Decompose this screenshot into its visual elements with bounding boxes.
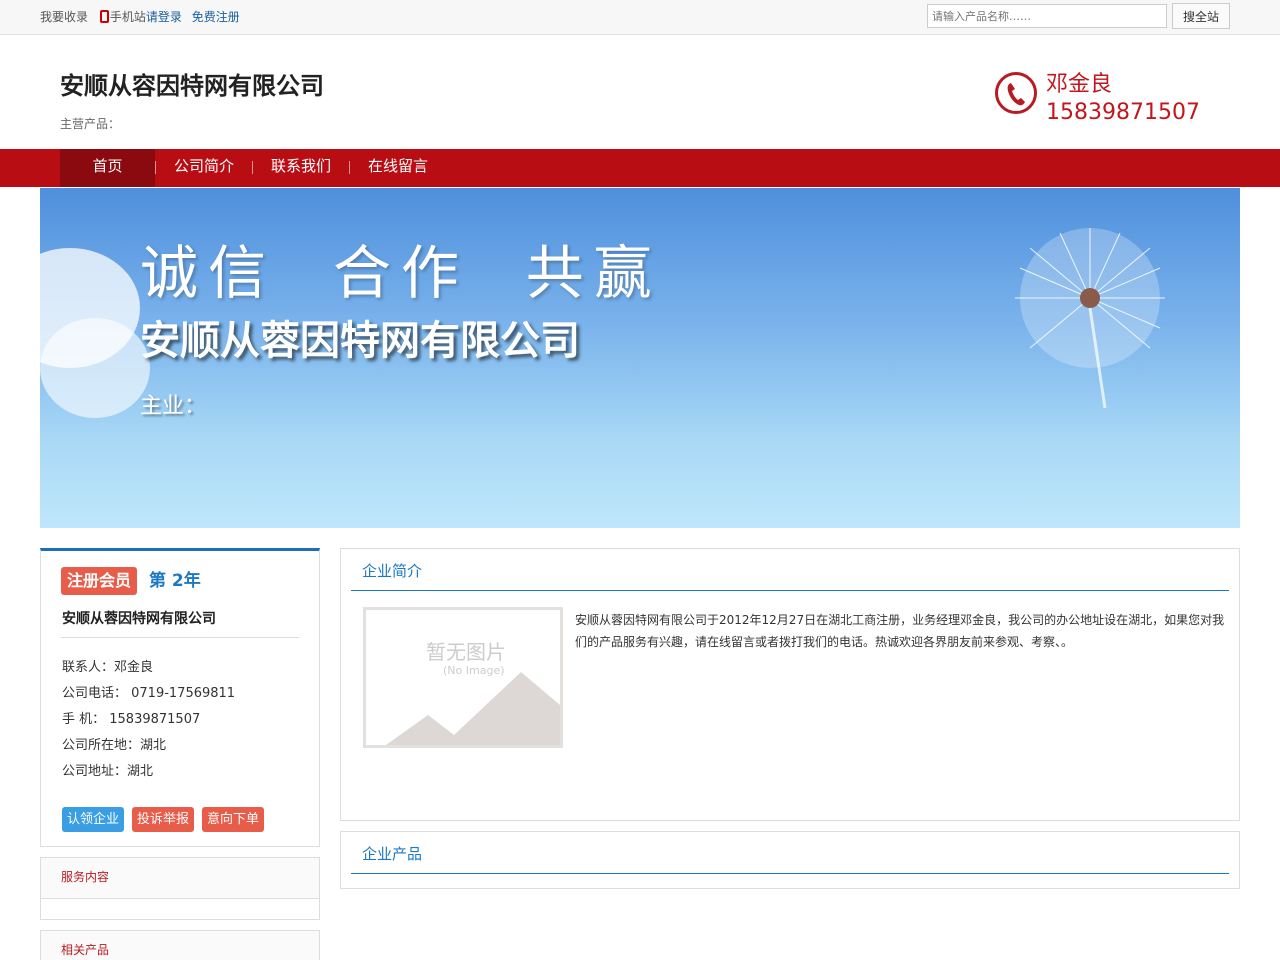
mountain-icon	[386, 672, 560, 745]
nav-message[interactable]: 在线留言	[358, 149, 438, 187]
intro-title: 企业简介	[351, 549, 1229, 591]
top-bar: 我要收录 手机站请登录 免费注册 搜全站	[0, 0, 1280, 35]
claim-company-button[interactable]: 认领企业	[62, 807, 125, 832]
top-links: 我要收录 手机站请登录 免费注册	[40, 8, 240, 25]
card-location: 公司所在地：湖北	[62, 738, 167, 753]
nav-about[interactable]: 公司简介	[164, 149, 244, 187]
phone-icon	[995, 72, 1037, 114]
mobile-site-link[interactable]: 手机站	[110, 8, 146, 25]
main-products-label: 主营产品：	[60, 117, 121, 131]
contact-name: 邓金良	[1046, 72, 1113, 97]
company-products-box: 企业产品	[340, 831, 1240, 889]
login-link[interactable]: 请登录	[146, 8, 182, 25]
nav-home[interactable]: 首页	[60, 149, 155, 187]
register-link[interactable]: 免费注册	[192, 8, 240, 25]
company-title: 安顺从容因特网有限公司	[60, 72, 324, 100]
card-contact: 联系人：邓金良	[62, 660, 154, 675]
report-button[interactable]: 投诉举报	[132, 807, 195, 832]
card-company-name: 安顺从蓉因特网有限公司	[62, 611, 216, 627]
contact-phone: 15839871507	[1046, 100, 1200, 125]
services-title: 服务内容	[41, 858, 319, 899]
nav-separator	[349, 161, 350, 174]
products-title: 企业产品	[351, 832, 1229, 874]
nav-separator	[155, 161, 156, 174]
services-box: 服务内容	[40, 857, 320, 920]
main-nav: 首页 公司简介 联系我们 在线留言	[0, 149, 1280, 187]
card-tel: 公司电话： 0719-17569811	[62, 686, 236, 701]
search-input[interactable]	[927, 4, 1167, 28]
banner-slogan: 诚信 合作 共赢	[140, 239, 662, 307]
card-mobile: 手 机： 15839871507	[62, 712, 201, 727]
bookmark-link[interactable]: 我要收录	[40, 8, 88, 25]
search-button[interactable]: 搜全站	[1172, 3, 1230, 29]
company-intro-box: 企业简介 暂无图片 (No Image) 安顺从蓉因特网有限公司于2012年12…	[340, 548, 1240, 821]
hero-banner: 诚信 合作 共赢 安顺从蓉因特网有限公司 主业：	[40, 188, 1240, 528]
mobile-icon	[99, 10, 109, 23]
nav-separator	[252, 161, 253, 174]
order-intent-button[interactable]: 意向下单	[202, 807, 265, 832]
cloud-decoration	[40, 318, 150, 418]
card-address: 公司地址：湖北	[62, 764, 154, 779]
nav-contact[interactable]: 联系我们	[262, 149, 340, 187]
member-year-badge: 第 2年	[149, 571, 201, 591]
related-products-box: 相关产品	[40, 930, 320, 960]
no-image-placeholder: 暂无图片 (No Image)	[363, 607, 563, 748]
dandelion-illustration	[1015, 228, 1165, 409]
banner-main-business: 主业：	[140, 394, 207, 419]
intro-text: 安顺从蓉因特网有限公司于2012年12月27日在湖北工商注册，业务经理邓金良，我…	[575, 613, 1225, 649]
card-divider	[61, 637, 299, 638]
banner-company-name: 安顺从蓉因特网有限公司	[140, 318, 580, 364]
member-badge: 注册会员	[61, 567, 138, 595]
related-products-title: 相关产品	[41, 931, 319, 960]
company-card: 注册会员 第 2年 安顺从蓉因特网有限公司 联系人：邓金良 公司电话： 0719…	[40, 548, 320, 847]
